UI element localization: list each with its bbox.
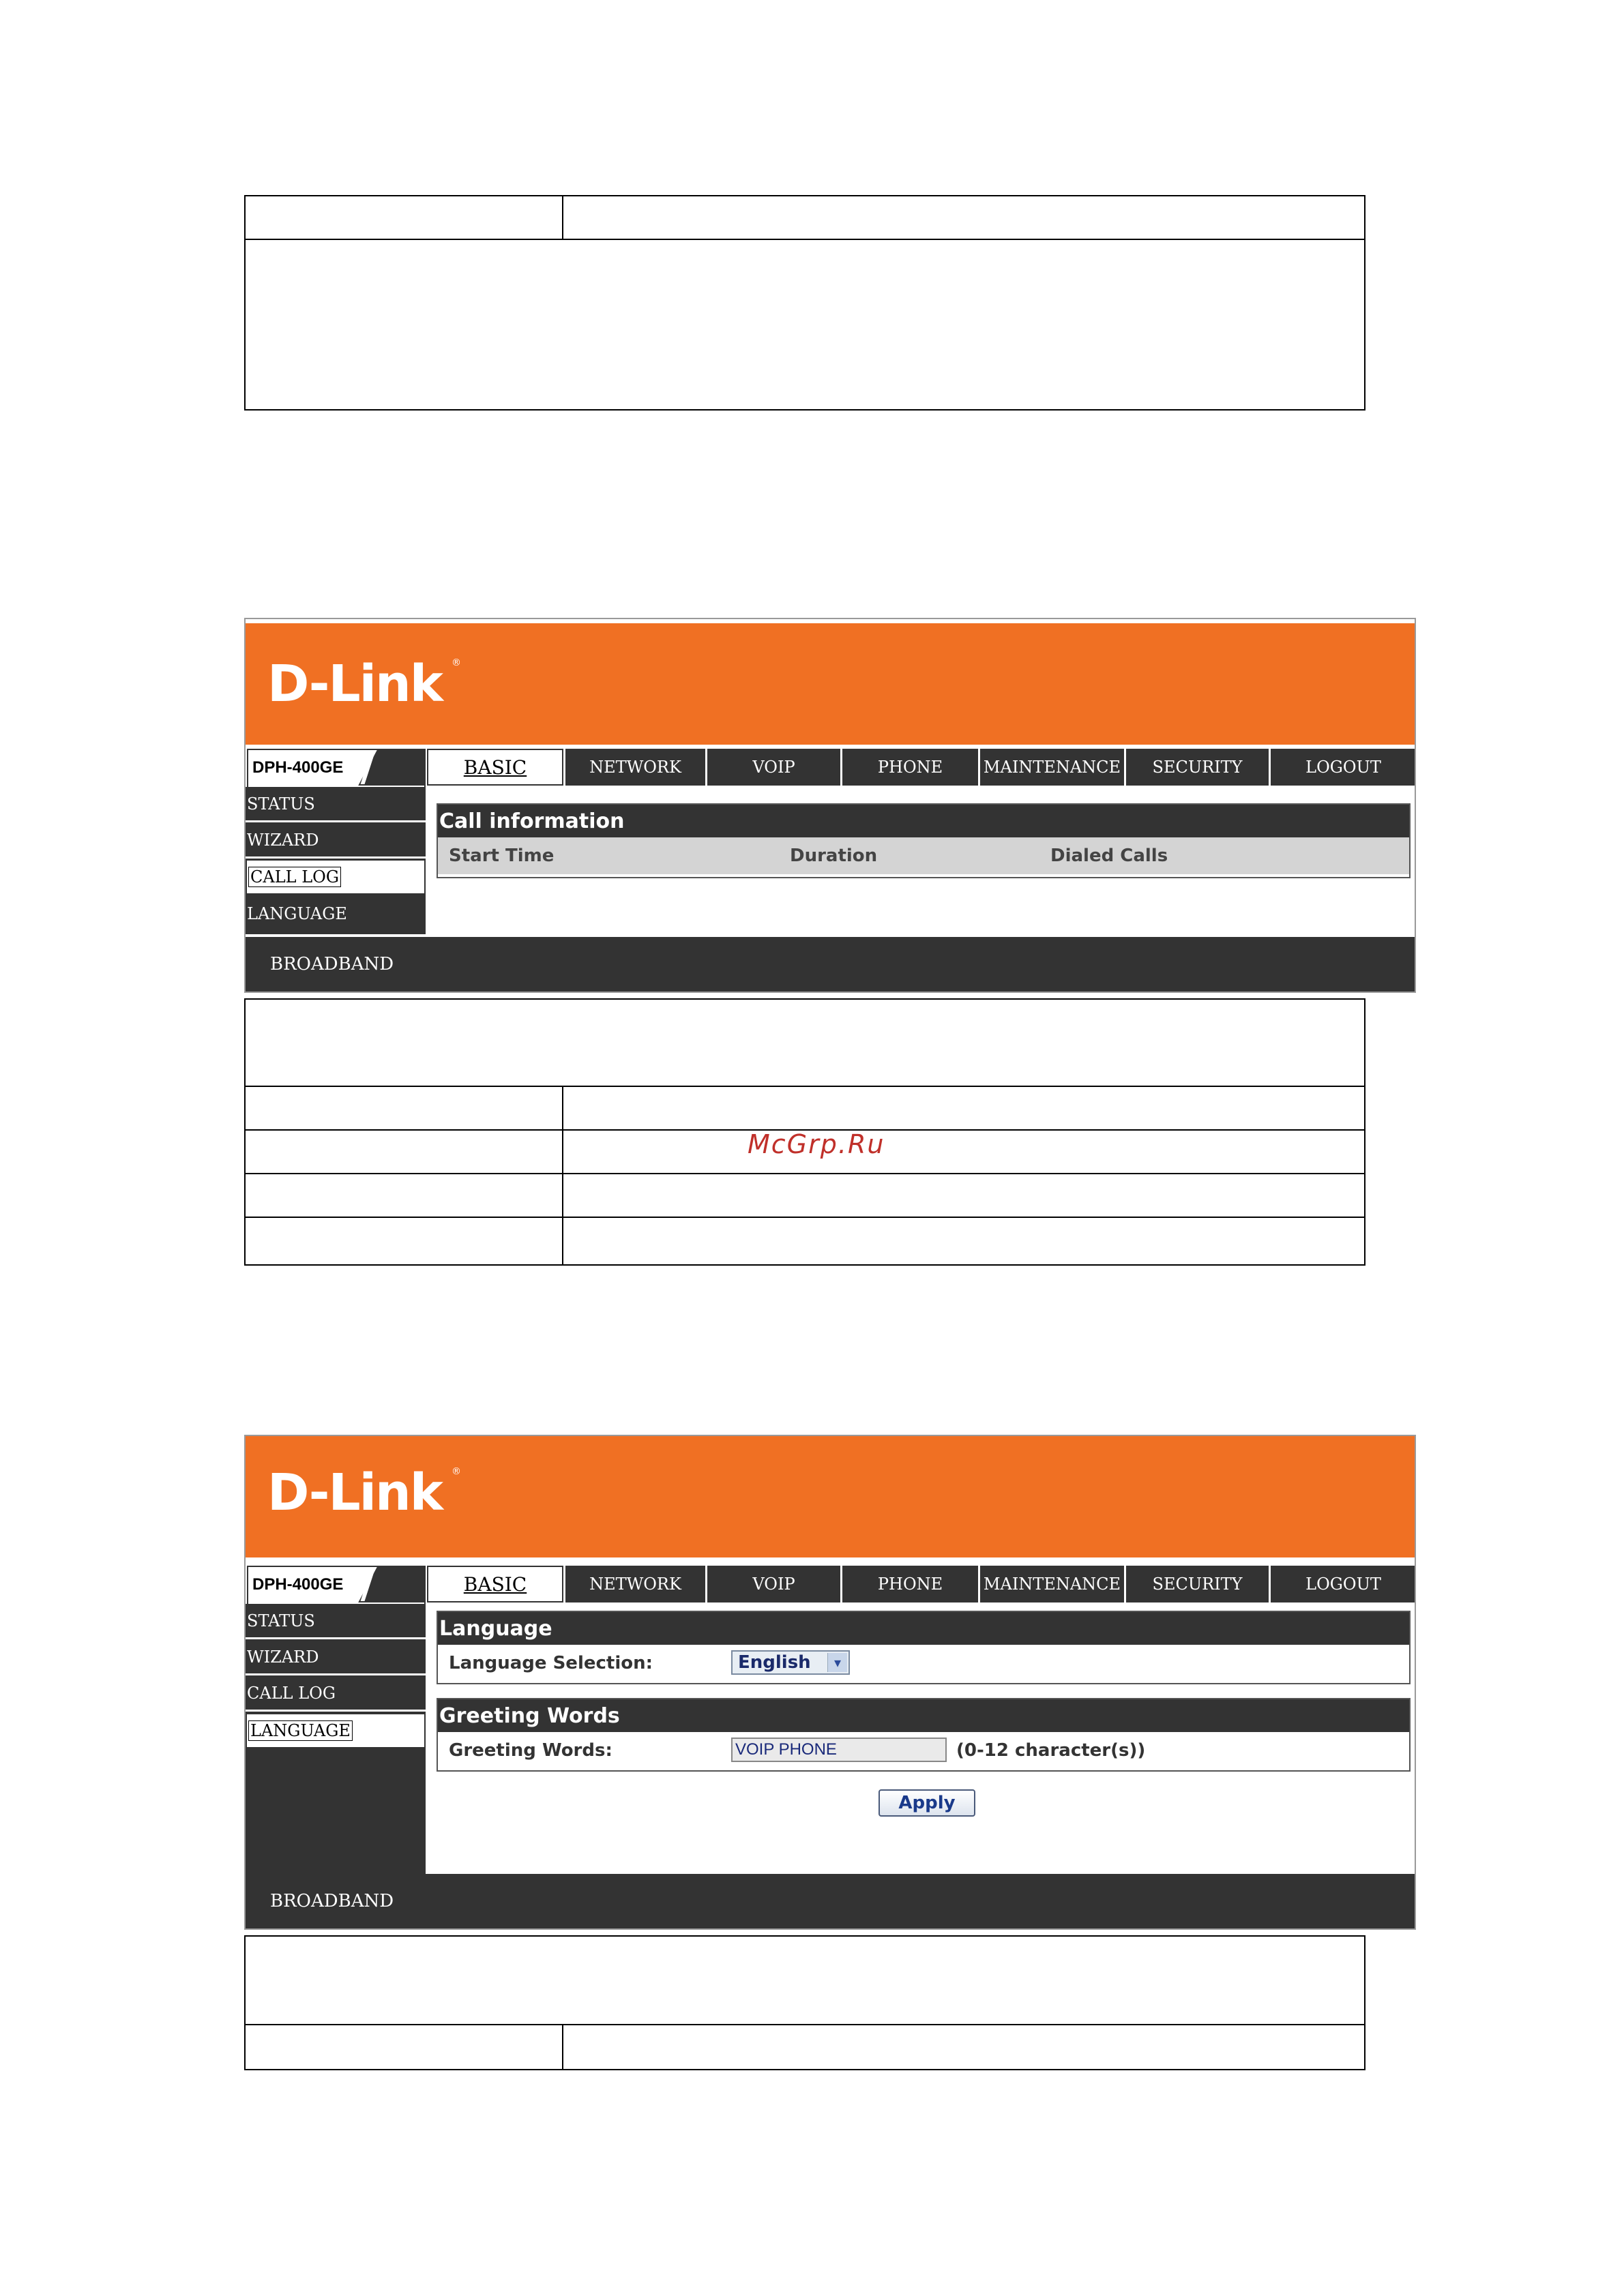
sidebar: STATUS WIZARD CALL LOG LANGUAGE — [246, 1604, 426, 1874]
call-information-section: Call information Start Time Duration Dia… — [437, 803, 1411, 878]
model-badge: DPH-400GE — [247, 1566, 426, 1605]
brand-banner: D-Link ® — [246, 623, 1415, 745]
tab-security[interactable]: SECURITY — [1124, 749, 1269, 786]
tab-maintenance[interactable]: MAINTENANCE — [978, 1566, 1124, 1602]
tab-network[interactable]: NETWORK — [563, 1566, 705, 1602]
doc-table-2-row-divider — [246, 1086, 1364, 1087]
model-slash-decoration — [358, 749, 424, 786]
registered-mark: ® — [452, 657, 461, 668]
sidebar-item-wizard[interactable]: WIZARD — [246, 1640, 426, 1675]
dlink-panel-call-log: D-Link ® DPH-400GE BASIC NETWORK VOIP PH… — [244, 618, 1416, 993]
greeting-words-input[interactable] — [731, 1738, 947, 1762]
doc-table-1 — [244, 195, 1365, 411]
top-nav: BASIC NETWORK VOIP PHONE MAINTENANCE SEC… — [427, 1566, 1415, 1602]
language-section: Language Language Selection: English ▾ — [437, 1611, 1411, 1684]
greeting-words-section: Greeting Words Greeting Words: (0-12 cha… — [437, 1698, 1411, 1772]
doc-table-2-row-divider — [246, 1217, 1364, 1218]
sidebar-item-label: LANGUAGE — [248, 1720, 353, 1741]
doc-table-2-col-divider — [562, 1086, 563, 1266]
sidebar-item-language[interactable]: LANGUAGE — [246, 896, 426, 931]
column-dialed-calls: Dialed Calls — [1050, 846, 1168, 866]
doc-table-2-row-divider — [246, 1173, 1364, 1174]
top-nav: BASIC NETWORK VOIP PHONE MAINTENANCE SEC… — [427, 749, 1415, 786]
tab-basic[interactable]: BASIC — [427, 1566, 563, 1602]
dlink-logo: D-Link — [267, 1463, 443, 1522]
section-title: Greeting Words — [438, 1699, 1409, 1732]
model-label: DPH-400GE — [252, 1575, 344, 1594]
model-label: DPH-400GE — [252, 758, 344, 777]
sidebar-item-status[interactable]: STATUS — [246, 1604, 426, 1639]
tab-voip[interactable]: VOIP — [705, 1566, 840, 1602]
section-title: Call information — [438, 805, 1409, 837]
model-badge: DPH-400GE — [247, 749, 426, 788]
section-title: Language — [438, 1612, 1409, 1645]
footer-bar: BROADBAND — [246, 1874, 1415, 1928]
sidebar-item-call-log[interactable]: CALL LOG — [246, 859, 426, 895]
doc-table-3-col-divider — [562, 2024, 563, 2070]
sidebar-item-language[interactable]: LANGUAGE — [246, 1713, 426, 1748]
watermark: McGrp.Ru — [748, 1129, 885, 1159]
dlink-logo: D-Link — [267, 655, 443, 713]
sidebar: STATUS WIZARD CALL LOG LANGUAGE — [246, 787, 426, 934]
apply-button[interactable]: Apply — [879, 1789, 975, 1817]
doc-table-3-row-divider — [246, 2024, 1364, 2025]
tab-maintenance[interactable]: MAINTENANCE — [978, 749, 1124, 786]
language-select[interactable]: English ▾ — [731, 1650, 850, 1675]
tab-security[interactable]: SECURITY — [1124, 1566, 1269, 1602]
sidebar-item-status[interactable]: STATUS — [246, 787, 426, 822]
greeting-words-hint: (0-12 character(s)) — [956, 1740, 1146, 1761]
column-duration: Duration — [790, 846, 878, 866]
doc-table-3 — [244, 1935, 1365, 2070]
dlink-panel-language: D-Link ® DPH-400GE BASIC NETWORK VOIP PH… — [244, 1435, 1416, 1930]
tab-phone[interactable]: PHONE — [840, 749, 978, 786]
tab-voip[interactable]: VOIP — [705, 749, 840, 786]
tab-network[interactable]: NETWORK — [563, 749, 705, 786]
language-selection-label: Language Selection: — [449, 1653, 653, 1673]
tab-basic[interactable]: BASIC — [427, 749, 563, 786]
model-slash-decoration — [358, 1566, 424, 1602]
tab-logout[interactable]: LOGOUT — [1269, 1566, 1415, 1602]
footer-bar: BROADBAND — [246, 937, 1415, 992]
sidebar-item-label: CALL LOG — [248, 867, 341, 887]
registered-mark: ® — [452, 1466, 461, 1477]
sidebar-item-call-log[interactable]: CALL LOG — [246, 1676, 426, 1712]
greeting-words-label: Greeting Words: — [449, 1740, 612, 1761]
column-start-time: Start Time — [449, 846, 555, 866]
brand-banner: D-Link ® — [246, 1436, 1415, 1557]
doc-table-1-row-divider — [246, 239, 1364, 240]
sidebar-item-wizard[interactable]: WIZARD — [246, 823, 426, 859]
call-log-header-row: Start Time Duration Dialed Calls — [438, 837, 1409, 874]
chevron-down-icon[interactable]: ▾ — [827, 1653, 847, 1672]
doc-table-1-col-divider — [562, 196, 563, 239]
tab-logout[interactable]: LOGOUT — [1269, 749, 1415, 786]
tab-phone[interactable]: PHONE — [840, 1566, 978, 1602]
language-select-value: English — [738, 1652, 811, 1673]
